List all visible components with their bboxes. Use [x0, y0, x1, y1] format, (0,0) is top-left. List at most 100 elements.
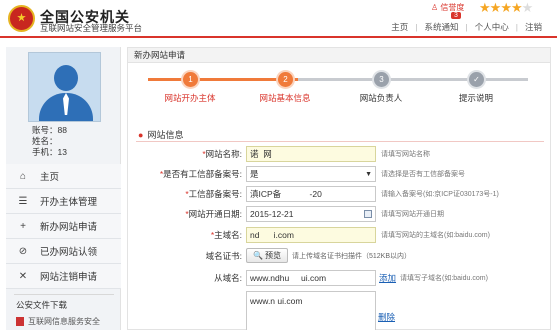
- field-row-main-domain: *主域名: 请填写网站的主域名(如:baidu.com): [128, 227, 552, 243]
- domain-cert-label: 域名证书:: [205, 251, 242, 261]
- sidebar-item-cancel-site[interactable]: ✕ 网站注销申请: [6, 264, 121, 289]
- sidebar-menu: ⌂ 主页 ☰ 开办主体管理 + 新办网站申请 ⊘ 已办网站认领 ✕ 网站注销申请: [6, 164, 121, 289]
- field-row-site-name: *网站名称: 请填写网站名称: [128, 146, 552, 162]
- icp-number-hint: 请输入备案号(如:京ICP证030173号-1): [381, 191, 499, 198]
- calendar-icon[interactable]: [364, 210, 372, 218]
- star-icon: ★: [500, 0, 512, 15]
- sidebar-item-entity-management[interactable]: ☰ 开办主体管理: [6, 189, 121, 214]
- add-domain-link[interactable]: 添加: [379, 272, 396, 284]
- trust-icon: ♙: [431, 3, 439, 12]
- progress-steps: 1 网站开办主体 2 网站基本信息 3 网站负责人 ✓ 提示说明: [128, 64, 552, 109]
- account-number: 账号：88: [32, 125, 67, 135]
- site-name-label: *网站名称:: [202, 149, 242, 159]
- field-row-open-date: *网站开通日期: 2015-12-21 请填写网站开通日期: [128, 206, 552, 222]
- list-icon: ☰: [18, 195, 28, 207]
- home-icon: ⌂: [19, 170, 27, 182]
- star-icon: ★: [479, 0, 491, 15]
- panel-title: 新办网站申请: [128, 48, 550, 63]
- account-name: 姓名：: [32, 136, 58, 146]
- open-date-label: *网站开通日期:: [185, 209, 242, 219]
- has-icp-hint: 请选择是否有工信部备案号: [381, 171, 465, 178]
- delete-domain-link[interactable]: 删除: [378, 311, 395, 323]
- sub-domain-label: 从域名:: [214, 273, 242, 283]
- sub-domain-hint: 请填写子域名(如:baidu.com): [400, 275, 488, 282]
- step-3-circle: 3: [374, 72, 389, 87]
- icp-number-label: *工信部备案号:: [185, 189, 242, 199]
- sidebar-item-label: 开办主体管理: [40, 197, 98, 208]
- step-line-done: [148, 78, 298, 81]
- chevron-down-icon: ▼: [365, 171, 372, 178]
- divider: [136, 141, 544, 142]
- has-icp-value: 是: [250, 169, 259, 179]
- main-domain-hint: 请填写网站的主域名(如:baidu.com): [381, 232, 490, 239]
- search-icon: 🔍: [253, 251, 263, 260]
- nav-logout[interactable]: 注销: [518, 21, 549, 33]
- main-domain-label: *主域名:: [210, 230, 242, 240]
- sub-domain-list-item[interactable]: www.n ui.com: [250, 296, 375, 306]
- field-row-sub-domain: 从域名: 添加 请填写子域名(如:baidu.com): [128, 270, 552, 286]
- step-3-label: 网站负责人: [359, 93, 403, 103]
- police-emblem-icon: [8, 5, 35, 32]
- step-2-label: 网站基本信息: [259, 93, 311, 103]
- sidebar: 账号：88 姓名： 手机：13 ⌂ 主页 ☰ 开办主体管理 + 新办网站申请 ⊘…: [6, 47, 121, 330]
- domain-cert-hint: 请上传域名证书扫描件（512KB以内）: [292, 253, 412, 260]
- preview-button-label: 预览: [264, 251, 281, 260]
- has-icp-label: *是否有工信部备案号:: [159, 169, 242, 179]
- sub-domain-input[interactable]: [246, 270, 376, 286]
- step-1-label: 网站开办主体: [164, 93, 216, 103]
- avatar-head: [54, 65, 78, 91]
- sidebar-item-claim-site[interactable]: ⊘ 已办网站认领: [6, 239, 121, 264]
- star-empty-icon: ★: [521, 0, 534, 15]
- open-date-hint: 请填写网站开通日期: [381, 211, 444, 218]
- sidebar-item-home[interactable]: ⌂ 主页: [6, 164, 121, 189]
- notice-count-badge: 3: [451, 12, 461, 19]
- star-icon: ★: [510, 0, 523, 15]
- step-2-circle: 2: [278, 72, 293, 87]
- sidebar-item-label: 主页: [40, 172, 60, 183]
- sidebar-item-label: 新办网站申请: [40, 222, 98, 233]
- close-icon: ✕: [18, 270, 28, 282]
- sidebar-item-new-site[interactable]: + 新办网站申请: [6, 214, 121, 239]
- nav-home[interactable]: 主页: [384, 21, 415, 33]
- site-name-hint: 请填写网站名称: [381, 151, 430, 158]
- doc-download-label: 互联网信息服务安全: [28, 317, 100, 326]
- step-4-label: 提示说明: [458, 93, 493, 103]
- nav-notices[interactable]: 系统通知: [418, 21, 466, 33]
- account-phone: 手机：13: [32, 147, 67, 157]
- nav-profile[interactable]: 个人中心: [468, 21, 516, 33]
- sidebar-item-label: 已办网站认领: [40, 247, 98, 258]
- plus-icon: +: [20, 220, 26, 232]
- docs-section-title: 公安文件下载: [16, 300, 68, 310]
- site-name-input[interactable]: [246, 146, 376, 162]
- field-row-has-icp: *是否有工信部备案号: 是 ▼ 请选择是否有工信部备案号: [128, 166, 552, 182]
- avatar: [28, 52, 101, 122]
- doc-download-link[interactable]: 互联网信息服务安全: [16, 316, 100, 327]
- has-icp-select[interactable]: 是 ▼: [246, 166, 376, 182]
- top-nav: 主页 | 系统通知 | 个人中心 | 注销: [384, 21, 549, 33]
- pdf-icon: [16, 317, 24, 326]
- field-row-icp-number: *工信部备案号: 请输入备案号(如:京ICP证030173号-1): [128, 186, 552, 202]
- icp-number-input[interactable]: [246, 186, 376, 202]
- step-4-check-icon: ✓: [469, 72, 484, 87]
- open-date-input[interactable]: 2015-12-21: [246, 206, 376, 222]
- preview-button[interactable]: 🔍 预览: [246, 248, 288, 263]
- main-panel: 新办网站申请 1 网站开办主体 2 网站基本信息 3 网站负责人 ✓ 提示说明 …: [127, 47, 551, 330]
- site-subtitle: 互联网站安全管理服务平台: [40, 23, 143, 33]
- section-title-text: 网站信息: [147, 130, 184, 140]
- account-info: 账号：88 姓名： 手机：13: [32, 125, 67, 158]
- open-date-value: 2015-12-21: [250, 209, 294, 219]
- trust-text: 信誉度: [440, 3, 465, 12]
- top-header: 全国公安机关 互联网站安全管理服务平台 ♙ 信誉度 ★★★★★ 3 主页 | 系…: [0, 0, 557, 38]
- step-line-pending: [298, 78, 528, 81]
- field-row-domain-cert: 域名证书: 🔍 预览 请上传域名证书扫描件（512KB以内）: [128, 248, 552, 264]
- star-icon: ★: [489, 0, 502, 15]
- main-domain-input[interactable]: [246, 227, 376, 243]
- step-1-circle: 1: [183, 72, 198, 87]
- bullet-icon: ●: [138, 130, 144, 140]
- sidebar-item-label: 网站注销申请: [40, 272, 98, 283]
- ban-icon: ⊘: [18, 245, 28, 257]
- sub-domain-list[interactable]: www.n ui.com: [246, 291, 376, 330]
- divider: [14, 294, 114, 295]
- trust-stars: ★★★★★: [479, 0, 534, 16]
- section-title: ● 网站信息: [138, 128, 183, 141]
